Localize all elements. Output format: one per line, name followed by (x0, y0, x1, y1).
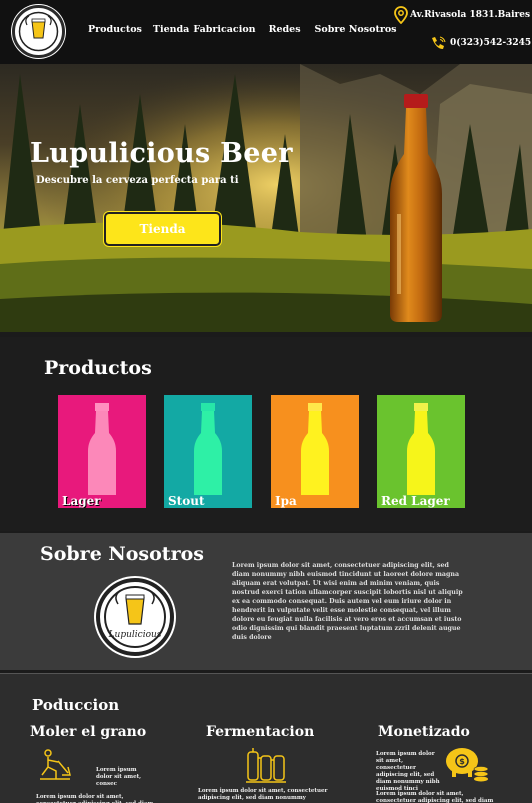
fermentation-tanks-icon (246, 748, 286, 783)
location-pin-icon (394, 6, 408, 24)
top-navbar: Productos Tienda Fabricacion Redes Sobre… (0, 0, 532, 64)
hero-banner: Lupulicious Beer Descubre la cerveza per… (0, 64, 532, 332)
nav-link-sobre-nosotros[interactable]: Sobre Nosotros (315, 24, 397, 35)
product-card-red-lager[interactable]: Red Lager (377, 395, 465, 508)
product-label: Ipa (275, 494, 297, 508)
nav-link-productos[interactable]: Productos (88, 24, 142, 35)
product-label: Red Lager (381, 494, 450, 508)
beer-logo-icon: Lupulicious (104, 586, 166, 648)
bottle-icon (194, 403, 222, 495)
phone-text: 0(323)542-3245 (450, 38, 532, 48)
product-card-stout[interactable]: Stout (164, 395, 252, 508)
nav-link-redes[interactable]: Redes (269, 24, 301, 35)
grinding-icon (40, 749, 71, 780)
nav-link-tienda[interactable]: Tienda (153, 24, 189, 35)
step-side-text-monetizado: Lorem ipsum dolor sit amet, consectetuer… (376, 751, 440, 792)
svg-text:$: $ (459, 757, 465, 766)
brand-logo[interactable] (12, 5, 65, 58)
product-card-ipa[interactable]: Ipa (271, 395, 359, 508)
sobre-nosotros-section: Sobre Nosotros Lupulicious Lorem ipsum d… (0, 533, 532, 670)
bottle-icon (88, 403, 116, 495)
step-title-monetizado: Monetizado (378, 724, 470, 740)
brand-logo-large: Lupulicious (96, 578, 174, 656)
tienda-button[interactable]: Tienda (104, 212, 221, 246)
step-title-fermentacion: Fermentacion (206, 724, 315, 740)
address-text: Av.Rivasola 1831.Baires (410, 10, 531, 20)
bottle-icon (407, 403, 435, 495)
productos-title: Productos (44, 357, 152, 379)
product-card-lager[interactable]: Lager (58, 395, 146, 508)
step-text-moler: Lorem ipsum dolor sit amet, consectetuer… (36, 794, 153, 803)
forest-background-image (0, 64, 532, 332)
logo-text: Lupulicious (108, 630, 162, 640)
beer-logo-icon (16, 9, 61, 54)
hero-title: Lupulicious Beer (30, 138, 293, 169)
step-title-moler: Moler el grano (30, 724, 147, 740)
produccion-section: Poduccion Moler el grano Lorem ipsum dol… (0, 673, 532, 803)
product-label: Lager (62, 494, 101, 508)
product-label: Stout (168, 494, 205, 508)
nav-link-fabricacion[interactable]: Fabricacion (193, 24, 255, 35)
step-text-monetizado: Lorem ipsum dolor sit amet, consectetuer… (376, 791, 494, 803)
sobre-nosotros-text: Lorem ipsum dolor sit amet, consectetuer… (232, 562, 463, 641)
phone[interactable]: 0(323)542-3245 (430, 36, 531, 50)
bottle-icon (301, 403, 329, 495)
productos-section: Productos Lager Stout Ipa Red Lager (0, 337, 532, 531)
money-pig-icon: $ (446, 748, 489, 782)
sobre-nosotros-title: Sobre Nosotros (40, 543, 204, 565)
produccion-title: Poduccion (32, 696, 120, 714)
step-text-fermentacion: Lorem ipsum dolor sit amet, consectetuer… (198, 788, 328, 801)
step-side-text-moler: Lorem ipsum dolor sit amet, consec (96, 767, 142, 787)
hero-subtitle: Descubre la cerveza perfecta para ti (36, 175, 239, 186)
phone-icon (432, 36, 446, 49)
address: Av.Rivasola 1831.Baires (394, 6, 530, 24)
